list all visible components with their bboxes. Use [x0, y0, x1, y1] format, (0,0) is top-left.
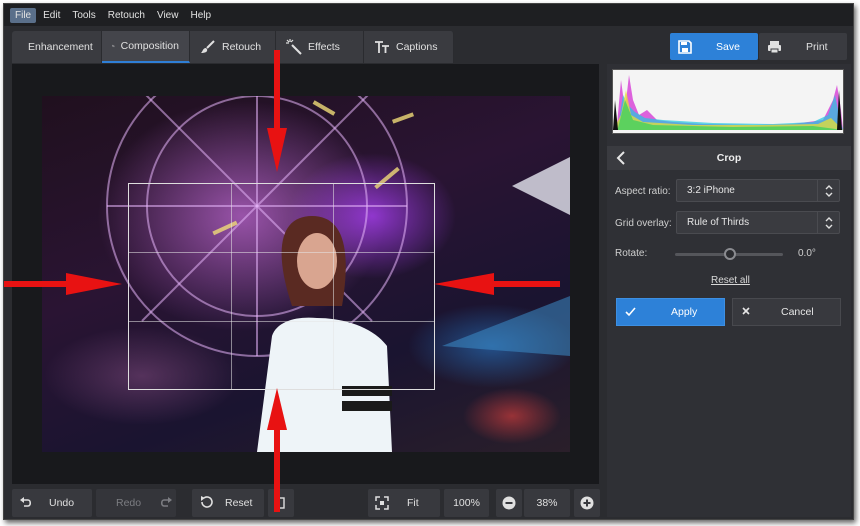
- photo-editor-window: File Edit Tools Retouch View Help Enhanc…: [3, 3, 854, 520]
- zoom-out-button[interactable]: [496, 489, 522, 517]
- tab-retouch[interactable]: Retouch: [190, 31, 276, 63]
- apply-button[interactable]: Apply: [616, 298, 725, 326]
- zoom-value-label: 38%: [536, 497, 558, 509]
- close-icon: [742, 307, 750, 315]
- menu-bar: File Edit Tools Retouch View Help: [4, 4, 853, 26]
- print-label: Print: [806, 40, 828, 53]
- menu-file[interactable]: File: [10, 7, 37, 23]
- rotate-value: 0.0°: [798, 248, 816, 259]
- magic-wand-icon: [286, 39, 302, 55]
- reset-all-link[interactable]: Reset all: [711, 275, 750, 286]
- undo-button[interactable]: Undo: [12, 489, 92, 517]
- menu-edit[interactable]: Edit: [38, 8, 65, 23]
- rotate-toggle-button[interactable]: [268, 489, 294, 517]
- brush-icon: [201, 40, 215, 53]
- text-icon: [375, 41, 389, 53]
- menu-help[interactable]: Help: [185, 8, 216, 23]
- tab-composition[interactable]: Composition: [102, 31, 190, 63]
- bottom-toolbar: Undo Redo Reset Fit 100% 38%: [12, 489, 602, 517]
- grid-line: [231, 184, 232, 389]
- grid-overlay-value: Rule of Thirds: [687, 217, 750, 228]
- redo-button[interactable]: Redo: [96, 489, 176, 517]
- menu-tools[interactable]: Tools: [67, 8, 100, 23]
- menu-retouch[interactable]: Retouch: [103, 8, 150, 23]
- reset-icon: [201, 496, 213, 508]
- rotate-slider-handle[interactable]: [724, 248, 736, 260]
- tab-label: Effects: [308, 41, 340, 53]
- tab-bar: Enhancement Composition Retouch Effects …: [12, 31, 454, 63]
- redo-label: Redo: [116, 497, 142, 509]
- redo-icon: [161, 497, 173, 507]
- reset-label: Reset: [225, 497, 253, 509]
- save-label: Save: [716, 40, 740, 53]
- histogram-graph: [613, 70, 843, 133]
- minus-circle-icon: [502, 496, 516, 510]
- crop-title: Crop: [716, 152, 742, 164]
- spinner-icon[interactable]: [817, 212, 839, 233]
- apply-label: Apply: [671, 306, 698, 318]
- aspect-ratio-select[interactable]: 3:2 iPhone: [676, 179, 840, 202]
- grid-overlay-label: Grid overlay:: [615, 218, 672, 229]
- floppy-disk-icon: [678, 39, 692, 54]
- aspect-ratio-value: 3:2 iPhone: [687, 185, 735, 196]
- back-arrow-icon[interactable]: [615, 150, 629, 166]
- fit-button[interactable]: Fit: [368, 489, 440, 517]
- right-panel: Crop Aspect ratio: 3:2 iPhone Grid overl…: [607, 64, 851, 517]
- crop-frame[interactable]: [128, 183, 435, 390]
- plus-circle-icon: [580, 496, 594, 510]
- zoom-in-button[interactable]: [574, 489, 600, 517]
- grid-line: [129, 252, 434, 253]
- cancel-button[interactable]: Cancel: [732, 298, 841, 326]
- tab-captions[interactable]: Captions: [364, 31, 454, 63]
- grid-line: [129, 321, 434, 322]
- spinner-icon[interactable]: [817, 180, 839, 201]
- tab-label: Composition: [120, 40, 179, 52]
- reset-button[interactable]: Reset: [192, 489, 264, 517]
- cancel-label: Cancel: [781, 306, 814, 318]
- save-button[interactable]: Save: [670, 33, 758, 60]
- crop-panel-header: Crop: [607, 146, 851, 170]
- aspect-ratio-label: Aspect ratio:: [615, 186, 671, 197]
- zoom-value[interactable]: 38%: [524, 489, 570, 517]
- grid-line: [333, 184, 334, 389]
- print-button[interactable]: Print: [759, 33, 847, 60]
- fit-screen-icon: [375, 496, 389, 510]
- tab-label: Enhancement: [28, 41, 93, 53]
- undo-icon: [20, 497, 32, 507]
- crop-icon: [112, 44, 115, 48]
- menu-view[interactable]: View: [152, 8, 184, 23]
- tab-label: Retouch: [222, 41, 262, 53]
- printer-icon: [768, 40, 781, 53]
- tab-enhancement[interactable]: Enhancement: [12, 31, 102, 63]
- grid-overlay-select[interactable]: Rule of Thirds: [676, 211, 840, 234]
- undo-label: Undo: [49, 497, 75, 509]
- portrait-icon: [277, 497, 285, 509]
- zoom-100-button[interactable]: 100%: [444, 489, 489, 517]
- zoom-100-label: 100%: [453, 497, 480, 509]
- image-canvas[interactable]: [12, 64, 599, 484]
- histogram: [612, 69, 844, 134]
- rotate-label: Rotate:: [615, 248, 648, 259]
- tab-label: Captions: [396, 41, 438, 53]
- checkmark-icon: [625, 307, 636, 317]
- tab-effects[interactable]: Effects: [276, 31, 364, 63]
- fit-label: Fit: [407, 497, 419, 509]
